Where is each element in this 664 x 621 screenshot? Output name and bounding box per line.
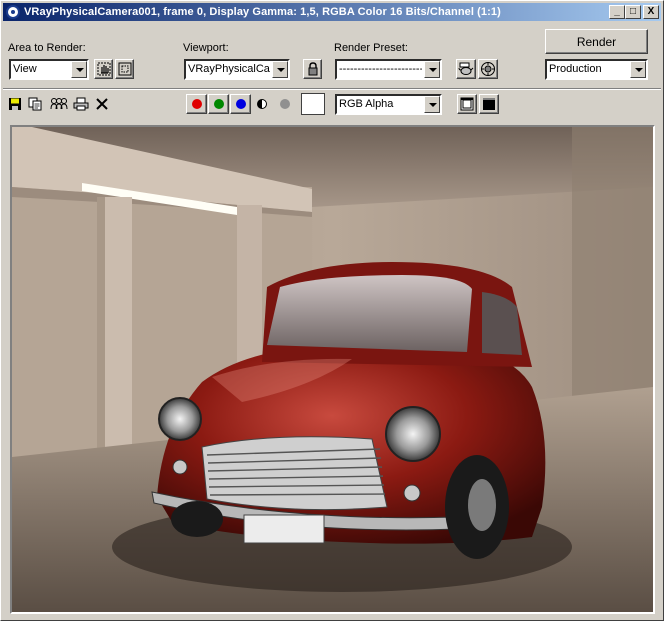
render-mode-value: Production [549,63,602,75]
rendered-image [10,125,655,614]
toolbar-separator [3,88,661,90]
rendered-frame-window: VRayPhysicalCamera001, frame 0, Display … [0,0,664,621]
region-lock-button[interactable] [94,59,113,79]
minimize-icon: _ [614,6,620,17]
alpha-channel-toggle[interactable] [254,96,270,112]
render-mode-select[interactable]: Production [545,59,648,80]
render-preset-value: ------------------------- [339,63,422,75]
toggle-ui-overlay-button[interactable] [457,94,477,114]
save-image-button[interactable] [7,96,23,112]
clone-window-button[interactable] [49,96,69,112]
render-canvas [12,127,653,612]
hand-region-icon [97,62,110,76]
auto-region-button[interactable] [115,59,134,79]
chevron-down-icon[interactable] [630,61,646,78]
lock-icon [308,62,317,76]
render-button[interactable]: Render [545,29,648,54]
window-title: VRayPhysicalCamera001, frame 0, Display … [24,6,501,18]
red-channel-icon [191,99,202,109]
clear-icon [96,98,108,110]
area-to-render-select[interactable]: View [9,59,89,80]
monochrome-icon [280,99,290,109]
render-setup-button[interactable] [478,59,498,79]
viewport-select[interactable]: VRayPhysicalCamera001 [184,59,290,80]
toggle-ui-icon [460,97,474,111]
red-channel-toggle[interactable] [186,94,207,114]
clear-button[interactable] [94,96,110,112]
toggle-ui-button[interactable] [479,94,499,114]
close-icon: X [647,6,655,17]
channel-display-value: RGB Alpha [339,98,394,110]
monochrome-toggle[interactable] [277,96,293,112]
render-preset-label: Render Preset: [334,42,408,54]
viewport-value: VRayPhysicalCamera001 [188,63,270,75]
print-icon [73,97,89,111]
chevron-down-icon[interactable] [272,61,288,78]
area-to-render-label: Area to Render: [8,42,86,54]
alpha-half-icon [257,99,267,109]
auto-region-icon [118,62,131,76]
maximize-icon: □ [629,6,637,17]
app-icon [6,5,20,19]
print-image-button[interactable] [73,96,89,112]
toggle-overlay-icon [483,98,495,110]
channel-display-select[interactable]: RGB Alpha [335,94,442,115]
minimize-button[interactable]: _ [609,5,625,19]
blue-channel-toggle[interactable] [230,94,251,114]
chevron-down-icon[interactable] [424,61,440,78]
chevron-down-icon[interactable] [424,96,440,113]
color-swatch[interactable] [301,93,325,115]
render-button-label: Render [576,34,617,49]
title-bar[interactable]: VRayPhysicalCamera001, frame 0, Display … [3,3,661,21]
teapot-icon [458,62,474,75]
green-channel-toggle[interactable] [208,94,229,114]
environment-button[interactable] [456,59,476,79]
green-channel-icon [213,99,224,109]
clone-icon [50,98,68,110]
copy-icon [28,97,42,111]
render-preset-select[interactable]: ------------------------- [335,59,442,80]
render-setup-icon [481,62,495,76]
lock-viewport-button[interactable] [303,59,322,79]
viewport-label: Viewport: [183,42,229,54]
maximize-button[interactable]: □ [625,5,641,19]
blue-channel-icon [235,99,246,109]
close-button[interactable]: X [643,5,659,19]
save-icon [9,98,21,110]
area-to-render-value: View [13,63,37,75]
copy-image-button[interactable] [27,96,43,112]
chevron-down-icon[interactable] [71,61,87,78]
